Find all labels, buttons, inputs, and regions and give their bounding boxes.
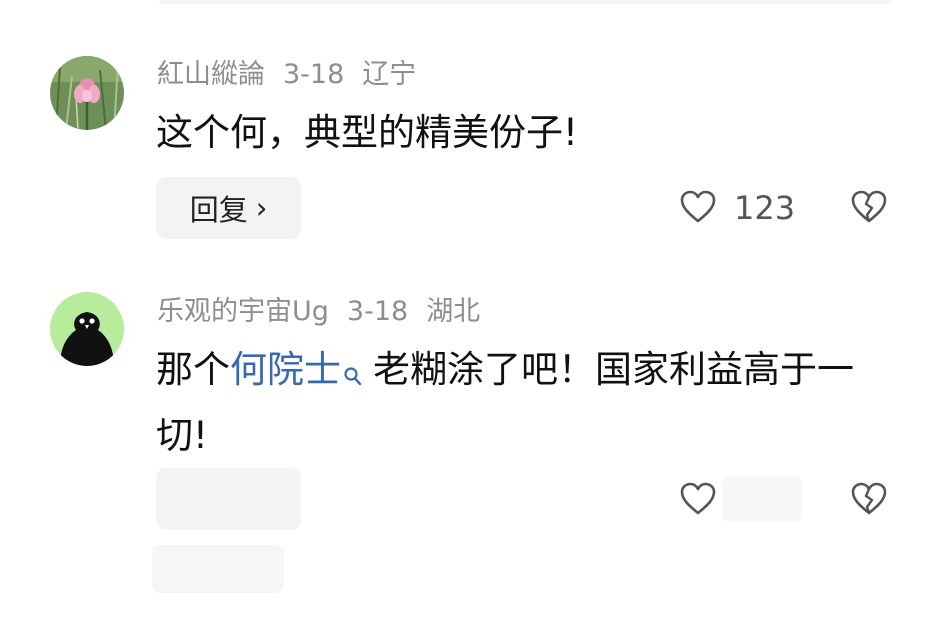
username[interactable]: 乐观的宇宙Ug xyxy=(157,296,329,327)
comment-meta: 乐观的宇宙Ug 3-18 湖北 xyxy=(157,295,480,329)
comment-meta: 紅山縱論 3-18 辽宁 xyxy=(157,58,416,92)
avatar[interactable] xyxy=(50,292,124,366)
like-count: 123 xyxy=(734,189,796,227)
comment-text: 这个何，典型的精美份子! xyxy=(156,111,578,154)
comment-date: 3-18 xyxy=(283,59,345,90)
keyword-link[interactable]: 何院士 xyxy=(230,348,341,391)
heart-outline-icon[interactable] xyxy=(680,482,716,520)
reply-button[interactable]: 回复 › xyxy=(156,177,301,239)
comment-text: 那个何院士 老糊涂了吧！国家利益高于一切! xyxy=(156,340,886,466)
comment-location: 湖北 xyxy=(426,296,481,327)
comment-list: 紅山縱論 3-18 辽宁 这个何，典型的精美份子! 回复 › 123 乐观的宇宙… xyxy=(0,0,945,620)
black-bird-avatar xyxy=(50,292,124,366)
lotus-flower-avatar xyxy=(50,56,124,130)
avatar[interactable] xyxy=(50,56,124,130)
comment-date: 3-18 xyxy=(346,296,409,327)
previous-item-edge xyxy=(158,0,893,4)
broken-heart-icon[interactable] xyxy=(851,482,887,520)
like-count-placeholder xyxy=(722,476,802,522)
username[interactable]: 紅山縱論 xyxy=(157,59,265,90)
heart-outline-icon[interactable] xyxy=(680,190,716,228)
reply-label: 回复 xyxy=(189,193,248,227)
chevron-right-icon: › xyxy=(255,191,268,225)
search-icon[interactable] xyxy=(343,346,363,406)
comment-location: 辽宁 xyxy=(362,59,417,90)
comment-text-prefix: 那个 xyxy=(156,348,230,391)
reply-button[interactable] xyxy=(156,468,301,530)
next-item-placeholder xyxy=(152,545,284,593)
broken-heart-icon[interactable] xyxy=(851,190,887,228)
